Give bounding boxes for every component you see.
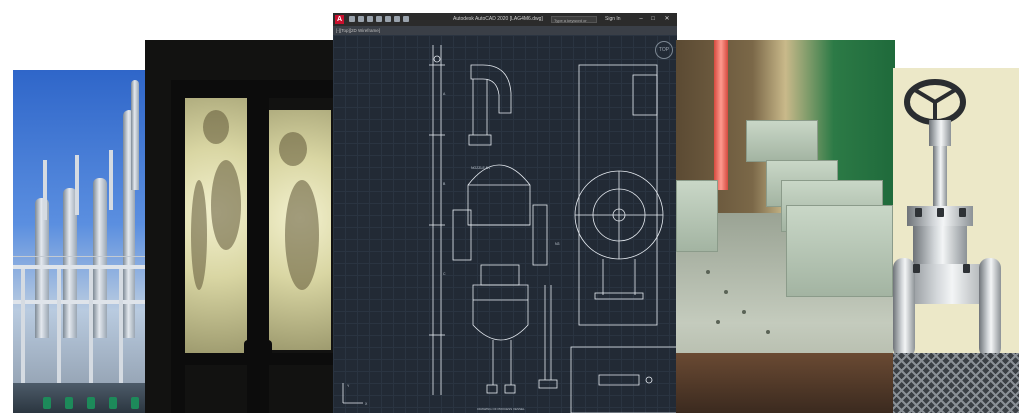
search-input[interactable]: Type a keyword or phrase xyxy=(551,16,597,30)
title-bar: A Autodesk AutoCAD 2020 [LAG4M6.dwg] Typ… xyxy=(333,13,677,30)
print-icon[interactable] xyxy=(385,16,391,22)
save-as-icon[interactable] xyxy=(376,16,382,22)
svg-text:NOZZLE N1: NOZZLE N1 xyxy=(471,166,490,170)
maximize-icon[interactable]: □ xyxy=(649,15,657,23)
undo-icon[interactable] xyxy=(394,16,400,22)
window-title: Autodesk AutoCAD 2020 [LAG4M6.dwg] xyxy=(453,16,543,22)
svg-text:X: X xyxy=(365,402,368,406)
printed-parts-photo xyxy=(676,40,895,413)
autocad-window: A Autodesk AutoCAD 2020 [LAG4M6.dwg] Typ… xyxy=(333,13,677,413)
save-icon[interactable] xyxy=(367,16,373,22)
redo-icon[interactable] xyxy=(403,16,409,22)
svg-text:A: A xyxy=(443,92,446,96)
industrial-plant-photo xyxy=(13,70,147,413)
svg-text:B: B xyxy=(443,182,446,186)
svg-text:Y: Y xyxy=(347,384,350,388)
svg-text:C: C xyxy=(443,272,446,276)
open-file-icon[interactable] xyxy=(358,16,364,22)
sign-in-link[interactable]: Sign In xyxy=(605,13,621,26)
minimize-icon[interactable]: – xyxy=(637,15,645,23)
autocad-logo-icon[interactable]: A xyxy=(335,15,344,24)
gate-valve-photo xyxy=(893,68,1019,413)
new-file-icon[interactable] xyxy=(349,16,355,22)
close-icon[interactable]: ✕ xyxy=(663,15,671,23)
cad-drawing: A B C NOZZLE N1 N3 Y X DRAWING OF PROCES… xyxy=(342,45,677,413)
title-block-text: DRAWING OF PROCESS VESSEL xyxy=(477,407,525,411)
svg-text:N3: N3 xyxy=(555,242,560,246)
viewport-label[interactable]: [-][Top][2D Wireframe] xyxy=(336,26,380,35)
lithophane-lamp-photo xyxy=(145,40,335,413)
viewport-controls[interactable]: [-][Top][2D Wireframe] xyxy=(333,26,677,35)
